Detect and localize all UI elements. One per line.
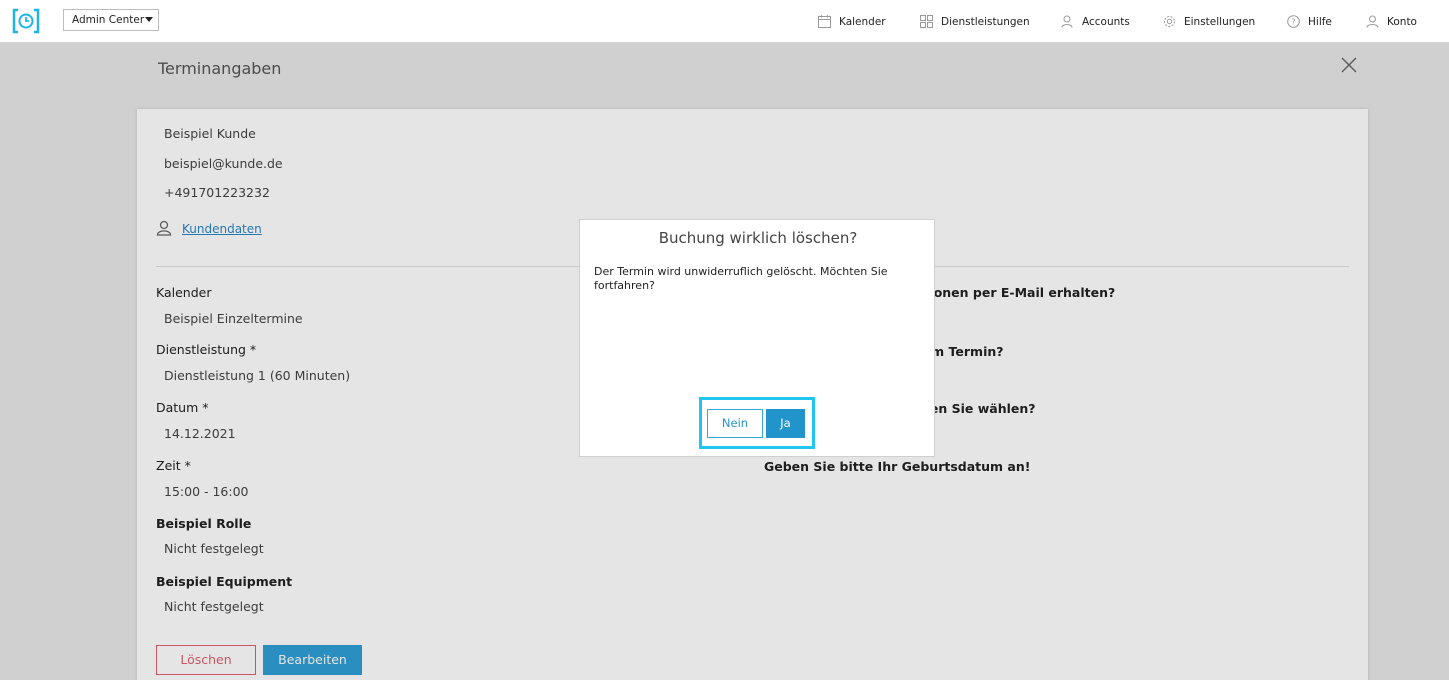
- grid-icon: [920, 15, 933, 28]
- users-icon: [1061, 15, 1073, 28]
- delete-confirmation-dialog: Buchung wirklich löschen? Der Termin wir…: [579, 219, 935, 457]
- help-icon: ?: [1287, 15, 1300, 28]
- nav-accounts[interactable]: Accounts: [1061, 0, 1130, 43]
- nav-dienstleistungen-label: Dienstleistungen: [941, 15, 1030, 28]
- nav-kalender-label: Kalender: [839, 15, 886, 28]
- dialog-title: Buchung wirklich löschen?: [658, 229, 858, 247]
- admin-center-label: Admin Center: [72, 14, 145, 26]
- dialog-message: Der Termin wird unwiderruflich gelöscht.…: [594, 265, 888, 292]
- nav-konto[interactable]: Konto: [1366, 0, 1417, 43]
- nav-hilfe[interactable]: ? Hilfe: [1287, 0, 1332, 43]
- calendar-icon: [818, 15, 831, 28]
- gear-icon: [1164, 16, 1175, 27]
- nav-konto-label: Konto: [1387, 15, 1417, 28]
- top-navigation-bar: Admin Center Kalender Dienstleistungen A…: [0, 0, 1449, 43]
- nav-accounts-label: Accounts: [1082, 15, 1130, 28]
- cancel-button[interactable]: Nein: [707, 409, 763, 438]
- user-icon: [1366, 15, 1379, 28]
- nav-hilfe-label: Hilfe: [1308, 15, 1332, 28]
- nav-kalender[interactable]: Kalender: [818, 0, 886, 43]
- nav-einstellungen-label: Einstellungen: [1184, 15, 1256, 28]
- confirm-button[interactable]: Ja: [766, 409, 805, 438]
- nav-einstellungen[interactable]: Einstellungen: [1163, 0, 1255, 43]
- chevron-down-icon: [145, 17, 153, 22]
- admin-center-select[interactable]: Admin Center: [63, 9, 159, 31]
- app-logo-icon[interactable]: [12, 8, 40, 34]
- nav-dienstleistungen[interactable]: Dienstleistungen: [920, 0, 1030, 43]
- svg-text:?: ?: [1291, 18, 1295, 27]
